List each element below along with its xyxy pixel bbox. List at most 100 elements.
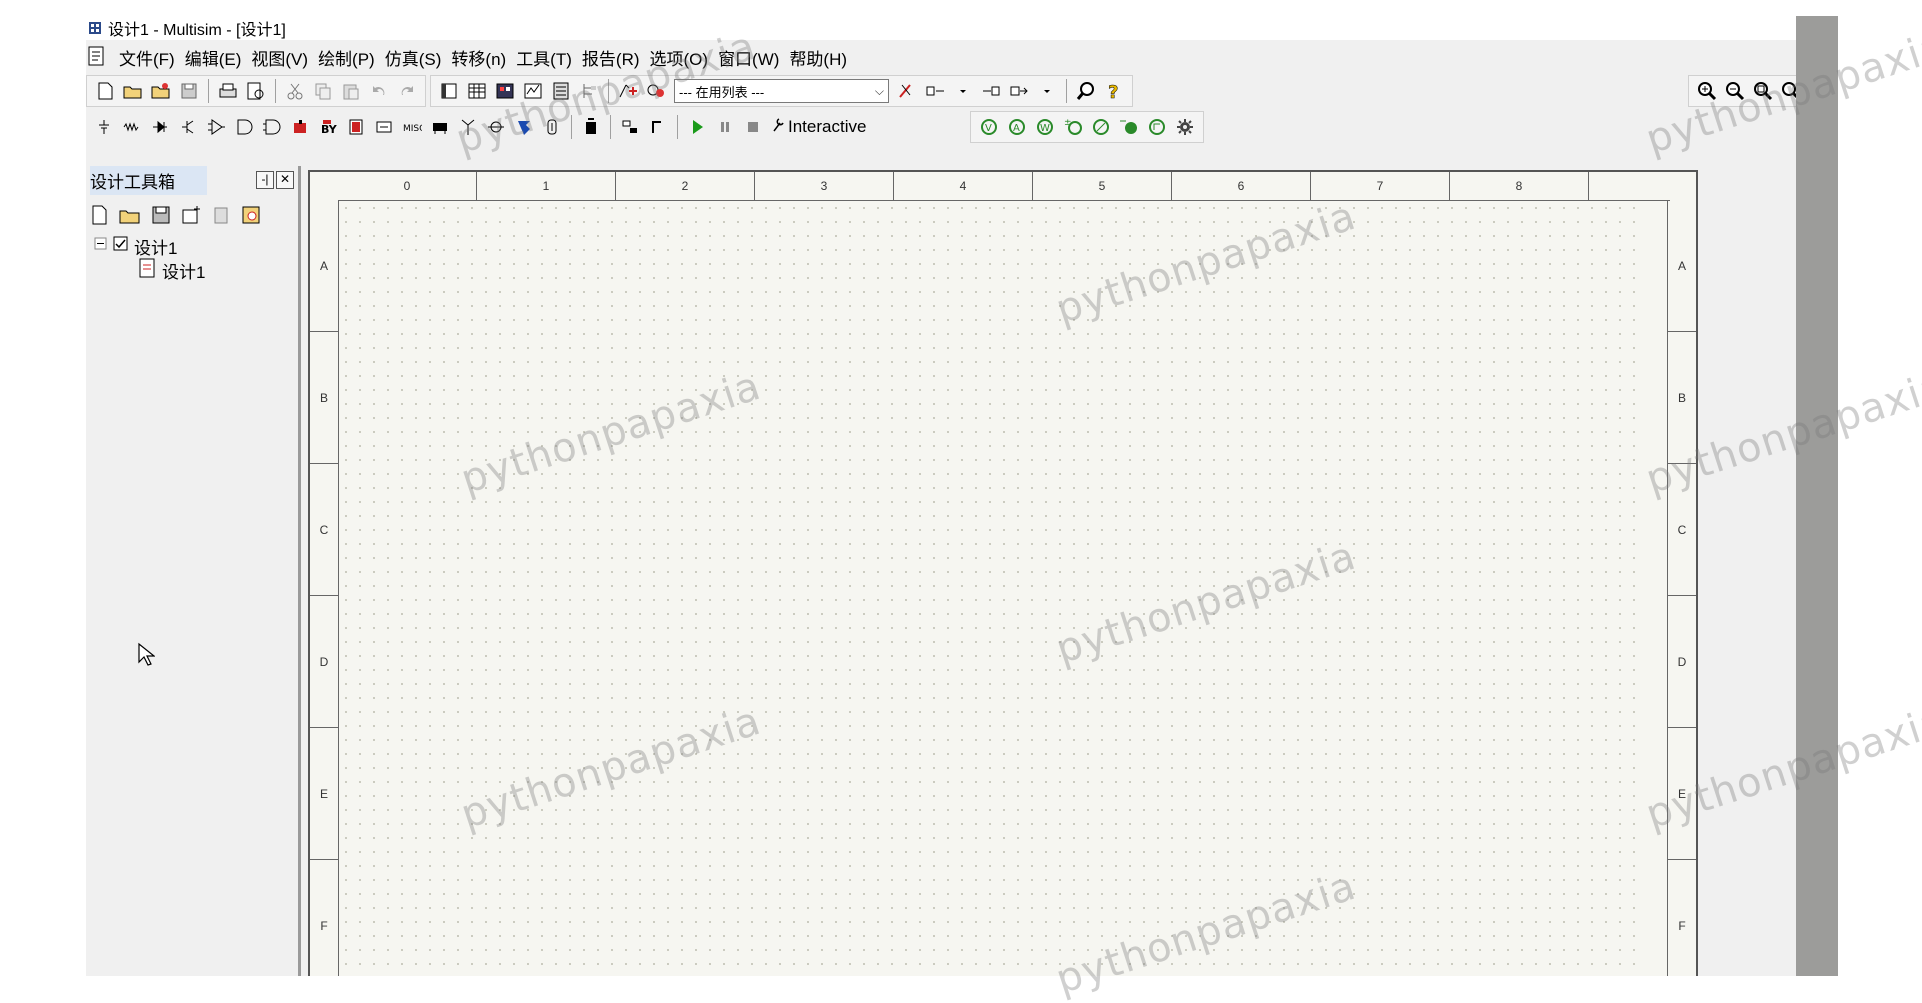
hierarchical-block-icon[interactable]: [578, 114, 604, 140]
multisim-window: 设计1 - Multisim - [设计1] 文件(F) 编辑(E) 视图(V)…: [86, 16, 1838, 976]
cut-icon[interactable]: [282, 78, 308, 104]
wire-icon[interactable]: [645, 114, 671, 140]
in-use-list-combo[interactable]: --- 在用列表 --- ⌵: [674, 79, 889, 103]
ttl-component-icon[interactable]: [231, 114, 257, 140]
reference-probe-icon[interactable]: [1116, 114, 1142, 140]
copy-icon[interactable]: [310, 78, 336, 104]
component-wizard-icon[interactable]: [643, 78, 669, 104]
close-panel-button[interactable]: ✕: [276, 171, 294, 189]
misc-component-icon[interactable]: MISC: [399, 114, 425, 140]
database-manager-icon[interactable]: [492, 78, 518, 104]
mixed-component-icon[interactable]: BY: [315, 114, 341, 140]
analog-component-icon[interactable]: [203, 114, 229, 140]
indicator-component-icon[interactable]: [343, 114, 369, 140]
tree-child-row[interactable]: 设计1: [94, 258, 298, 282]
open-sample-icon[interactable]: [148, 78, 174, 104]
schematic-sheet[interactable]: 0 1 2 3 4 5 6 7 8 A B C D E F A B C D E …: [308, 170, 1698, 976]
component-properties-icon[interactable]: [240, 204, 262, 231]
new-file-icon[interactable]: [92, 78, 118, 104]
pause-simulation-icon[interactable]: [712, 114, 738, 140]
collapse-icon[interactable]: [94, 236, 108, 256]
transfer-icon[interactable]: [1006, 78, 1032, 104]
new-file-icon[interactable]: [88, 204, 110, 231]
rf-component-icon[interactable]: [455, 114, 481, 140]
redo-icon[interactable]: [394, 78, 420, 104]
interactive-mode-button[interactable]: Interactive: [771, 117, 866, 138]
transistor-component-icon[interactable]: [175, 114, 201, 140]
delete-sheet-icon[interactable]: [210, 204, 232, 231]
diode-component-icon[interactable]: [147, 114, 173, 140]
svg-text:A: A: [1013, 123, 1020, 134]
mcu-component-icon[interactable]: [511, 114, 537, 140]
menu-window[interactable]: 窗口(W): [713, 45, 784, 70]
back-annotate-icon[interactable]: [922, 78, 948, 104]
new-sheet-icon[interactable]: [180, 204, 202, 231]
wrench-icon: [771, 117, 785, 138]
voltage-current-probe-icon[interactable]: [1088, 114, 1114, 140]
zoom-in-icon[interactable]: [1694, 78, 1720, 104]
run-simulation-icon[interactable]: [684, 114, 710, 140]
spreadsheet-view-icon[interactable]: [464, 78, 490, 104]
probe-toolbar: V A W ±: [970, 111, 1205, 143]
design-toolbox-panel: 设计工具箱 -| ✕ 设计1 设计1: [86, 165, 301, 976]
zoom-out-icon[interactable]: [1722, 78, 1748, 104]
dropdown-arrow-icon[interactable]: [950, 78, 976, 104]
electromechanical-icon[interactable]: [483, 114, 509, 140]
differential-voltage-probe-icon[interactable]: ±: [1060, 114, 1086, 140]
find-examples-icon[interactable]: [1073, 78, 1099, 104]
column-label: 5: [1033, 172, 1172, 200]
menu-help[interactable]: 帮助(H): [784, 45, 852, 70]
row-label: D: [1668, 596, 1696, 728]
svg-text:V: V: [985, 123, 992, 134]
bus-icon[interactable]: [617, 114, 643, 140]
connector-component-icon[interactable]: [539, 114, 565, 140]
save-icon[interactable]: [176, 78, 202, 104]
forward-annotate-icon[interactable]: [978, 78, 1004, 104]
help-icon[interactable]: ?: [1101, 78, 1127, 104]
menu-reports[interactable]: 报告(R): [577, 45, 645, 70]
print-icon[interactable]: [215, 78, 241, 104]
probe-settings-icon[interactable]: [1172, 114, 1198, 140]
power-probe-icon[interactable]: W: [1032, 114, 1058, 140]
menu-file[interactable]: 文件(F): [114, 45, 180, 70]
document-icon[interactable]: [86, 45, 108, 69]
stop-simulation-icon[interactable]: [740, 114, 766, 140]
open-folder-icon[interactable]: [118, 204, 142, 231]
row-label: E: [310, 728, 338, 860]
erc-icon[interactable]: [894, 78, 920, 104]
menu-options[interactable]: 选项(O): [645, 45, 714, 70]
paste-icon[interactable]: [338, 78, 364, 104]
voltage-probe-icon[interactable]: V: [976, 114, 1002, 140]
place-component-icon[interactable]: [615, 78, 641, 104]
toggle-toolbox-icon[interactable]: [436, 78, 462, 104]
menu-edit[interactable]: 编辑(E): [180, 45, 247, 70]
tree-root-row[interactable]: 设计1: [94, 234, 298, 258]
digital-probe-icon[interactable]: [1144, 114, 1170, 140]
schematic-grid[interactable]: [339, 201, 1641, 976]
advanced-peripherals-icon[interactable]: [427, 114, 453, 140]
power-component-icon[interactable]: [371, 114, 397, 140]
zoom-area-icon[interactable]: [1750, 78, 1776, 104]
menu-tools[interactable]: 工具(T): [511, 45, 577, 70]
dropdown-arrow-icon[interactable]: [1034, 78, 1060, 104]
grapher-icon[interactable]: [520, 78, 546, 104]
basic-component-icon[interactable]: [119, 114, 145, 140]
current-probe-icon[interactable]: A: [1004, 114, 1030, 140]
source-component-icon[interactable]: [91, 114, 117, 140]
row-label: A: [310, 200, 338, 332]
panel-controls: -| ✕: [256, 171, 294, 189]
cmos-component-icon[interactable]: [259, 114, 285, 140]
menu-view[interactable]: 视图(V): [246, 45, 313, 70]
open-folder-icon[interactable]: [120, 78, 146, 104]
component-tree-icon[interactable]: [576, 78, 602, 104]
postprocessor-icon[interactable]: [548, 78, 574, 104]
print-preview-icon[interactable]: [243, 78, 269, 104]
menu-place[interactable]: 绘制(P): [313, 45, 380, 70]
menu-simulate[interactable]: 仿真(S): [380, 45, 447, 70]
menu-transfer[interactable]: 转移(n): [446, 45, 511, 70]
dock-button[interactable]: -|: [256, 171, 274, 189]
chevron-down-icon: ⌵: [874, 83, 884, 98]
misc-digital-icon[interactable]: [287, 114, 313, 140]
save-icon[interactable]: [150, 204, 172, 231]
undo-icon[interactable]: [366, 78, 392, 104]
